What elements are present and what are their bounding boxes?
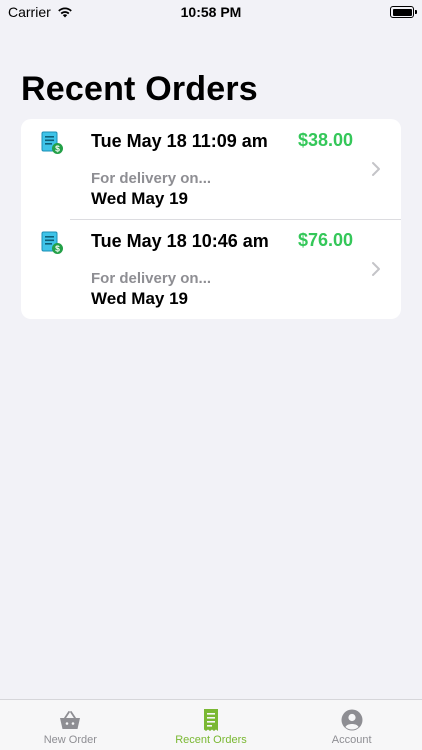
tab-new-order[interactable]: New Order xyxy=(0,700,141,750)
order-total: $76.00 xyxy=(297,230,353,250)
delivery-label: For delivery on... xyxy=(91,270,212,287)
chevron-right-icon xyxy=(372,162,380,176)
delivery-label: For delivery on... xyxy=(91,170,212,187)
delivery-date: Wed May 19 xyxy=(91,189,189,208)
order-total: $38.00 xyxy=(297,130,353,150)
delivery-date: Wed May 19 xyxy=(91,289,189,308)
order-row[interactable]: $ Tue May 18 10:46 am $76.00 For deliver… xyxy=(21,219,401,319)
person-icon xyxy=(341,709,363,731)
receipt-dollar-icon: $ xyxy=(41,131,63,154)
page-title: Recent Orders xyxy=(21,70,258,108)
svg-text:$: $ xyxy=(55,244,60,254)
basket-icon xyxy=(60,711,81,729)
app-screen: Carrier 10:58 PM Recent Orders $ Tue May xyxy=(0,0,422,750)
order-date: Tue May 18 10:46 am xyxy=(91,231,269,251)
tab-recent-orders[interactable]: Recent Orders xyxy=(141,700,282,750)
receipt-dollar-icon: $ xyxy=(41,231,63,254)
orders-list: $ Tue May 18 11:09 am $38.00 For deliver… xyxy=(21,119,401,319)
tab-bar: New Order Recent Orders Account xyxy=(0,699,422,750)
receipt-icon xyxy=(204,709,218,731)
tab-label: New Order xyxy=(43,734,97,746)
tab-label: Recent Orders xyxy=(175,734,247,746)
order-row[interactable]: $ Tue May 18 11:09 am $38.00 For deliver… xyxy=(21,119,401,219)
tab-label: Account xyxy=(331,734,372,746)
tab-account[interactable]: Account xyxy=(281,700,422,750)
chevron-right-icon xyxy=(372,262,380,276)
svg-text:$: $ xyxy=(55,144,60,154)
status-time: 10:58 PM xyxy=(180,4,242,20)
order-date: Tue May 18 11:09 am xyxy=(91,131,268,151)
